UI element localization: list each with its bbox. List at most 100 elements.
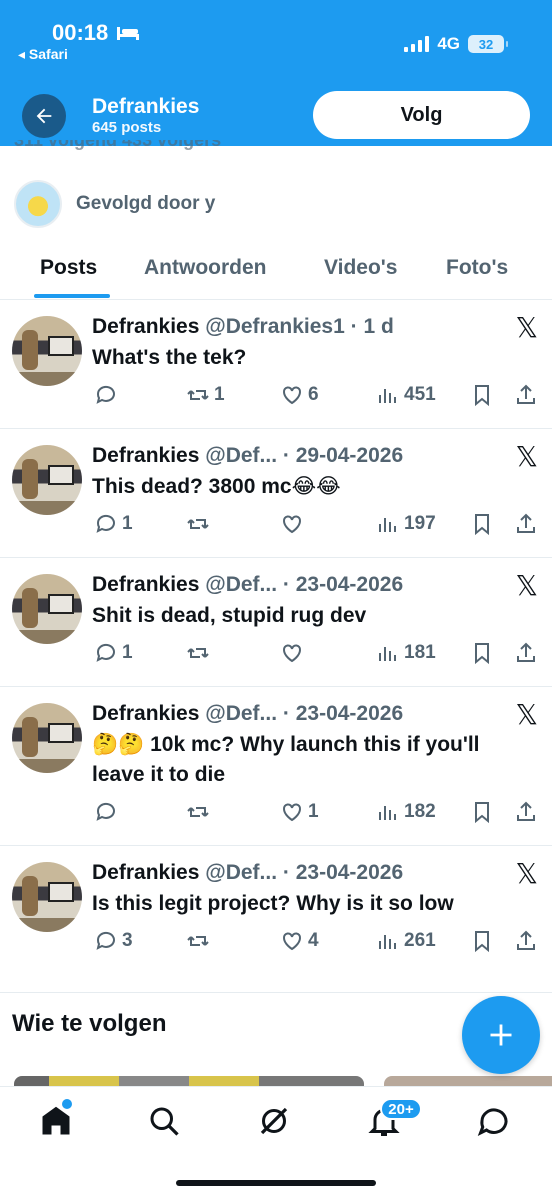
post-header: Defrankies @Defrankies1 · 1 d [92,315,394,339]
status-time: 00:18 [52,20,140,46]
reply-button[interactable]: 1 [94,641,133,665]
tab-videos[interactable]: Video's [324,256,397,280]
suggestion-banner[interactable] [384,1076,552,1086]
nav-grok[interactable] [256,1103,292,1139]
author-name[interactable]: Defrankies [92,573,199,596]
messages-icon [477,1108,508,1137]
avatar[interactable] [12,445,82,515]
plus-icon [490,1024,512,1046]
notifications-badge: 20+ [380,1098,422,1120]
author-name[interactable]: Defrankies [92,444,199,467]
avatar[interactable] [12,862,82,932]
bookmark-icon [475,385,489,407]
share-button[interactable] [514,512,538,536]
avatar[interactable] [12,703,82,773]
post-actions: 1 197 [92,512,540,542]
views-icon [379,518,396,532]
repost-button[interactable] [186,641,214,665]
reply-count: 1 [122,642,133,663]
view-count: 451 [404,384,436,405]
back-to-app[interactable]: ◂ Safari [18,46,68,63]
like-button[interactable] [280,512,308,536]
heart-icon [283,515,301,534]
grok-icon [260,1107,288,1135]
tab-posts[interactable]: Posts [40,256,97,280]
nav-search[interactable] [146,1103,182,1139]
reply-button[interactable]: 3 [94,929,133,953]
repost-button[interactable] [186,800,214,824]
x-logo-icon: 𝕏 [515,698,538,731]
repost-button[interactable] [186,929,214,953]
share-button[interactable] [514,929,538,953]
post-actions: 1 181 [92,641,540,671]
post[interactable]: Defrankies @Def... · 23-04-2026 𝕏 🤔🤔 10k… [0,688,552,846]
suggestion-banner[interactable] [14,1076,364,1086]
search-icon [150,1107,179,1136]
views-button[interactable]: 182 [376,800,436,824]
post-meta: @Def... · 23-04-2026 [205,861,404,884]
like-button[interactable]: 6 [280,383,319,407]
heart-icon [283,803,301,822]
back-button[interactable] [22,94,66,138]
active-tab-indicator [34,294,110,298]
repost-button[interactable] [186,512,214,536]
follower-avatar [14,180,62,228]
compose-button[interactable] [462,996,540,1074]
like-button[interactable]: 1 [280,800,319,824]
home-indicator [176,1180,376,1186]
reply-button[interactable]: 1 [94,512,133,536]
top-bar: 00:18 ◂ Safari 4G 32 Defrankies 645 post… [0,0,552,146]
reply-button[interactable] [94,800,122,824]
author-name[interactable]: Defrankies [92,315,199,338]
post-text: Is this legit project? Why is it so low [92,892,454,915]
follow-stats-cutoff: 311 volgend 433 volgers [14,140,314,152]
bookmark-button[interactable] [470,641,494,665]
clock: 00:18 [52,20,109,45]
heart-icon [283,386,301,405]
view-count: 261 [404,930,436,951]
post[interactable]: Defrankies @Def... · 29-04-2026 𝕏 This d… [0,430,552,558]
share-icon [517,801,535,821]
bookmark-button[interactable] [470,512,494,536]
bookmark-icon [475,514,489,536]
post[interactable]: Defrankies @Def... · 23-04-2026 𝕏 Shit i… [0,559,552,687]
author-name[interactable]: Defrankies [92,861,199,884]
views-button[interactable]: 261 [376,929,436,953]
share-button[interactable] [514,800,538,824]
share-button[interactable] [514,641,538,665]
views-button[interactable]: 451 [376,383,436,407]
reply-icon [96,643,115,662]
reply-count: 1 [122,513,133,534]
bookmark-button[interactable] [470,800,494,824]
share-button[interactable] [514,383,538,407]
bookmark-button[interactable] [470,383,494,407]
tab-photos[interactable]: Foto's [446,256,508,280]
post-text: What's the tek? [92,346,247,369]
views-icon [379,389,396,403]
author-name[interactable]: Defrankies [92,702,199,725]
repost-button[interactable]: 1 [186,383,225,407]
post[interactable]: Defrankies @Def... · 23-04-2026 𝕏 Is thi… [0,847,552,993]
x-logo-icon: 𝕏 [515,311,538,344]
like-button[interactable]: 4 [280,929,319,953]
followed-by[interactable]: Gevolgd door y [14,180,215,228]
avatar[interactable] [12,574,82,644]
bookmark-button[interactable] [470,929,494,953]
nav-messages[interactable] [476,1103,512,1139]
x-logo-icon: 𝕏 [515,440,538,473]
tab-replies[interactable]: Antwoorden [144,256,266,280]
follow-button[interactable]: Volg [313,91,530,139]
post[interactable]: Defrankies @Defrankies1 · 1 d 𝕏 What's t… [0,301,552,429]
like-button[interactable] [280,641,308,665]
views-button[interactable]: 197 [376,512,436,536]
signal-icon [404,36,430,52]
repost-icon [187,519,209,529]
reply-icon [96,514,115,533]
like-count: 6 [308,384,319,405]
reply-button[interactable] [94,383,122,407]
views-button[interactable]: 181 [376,641,436,665]
avatar[interactable] [12,316,82,386]
post-header: Defrankies @Def... · 23-04-2026 [92,861,403,885]
sleep-focus-icon [117,27,140,40]
post-meta: @Def... · 29-04-2026 [205,444,404,467]
